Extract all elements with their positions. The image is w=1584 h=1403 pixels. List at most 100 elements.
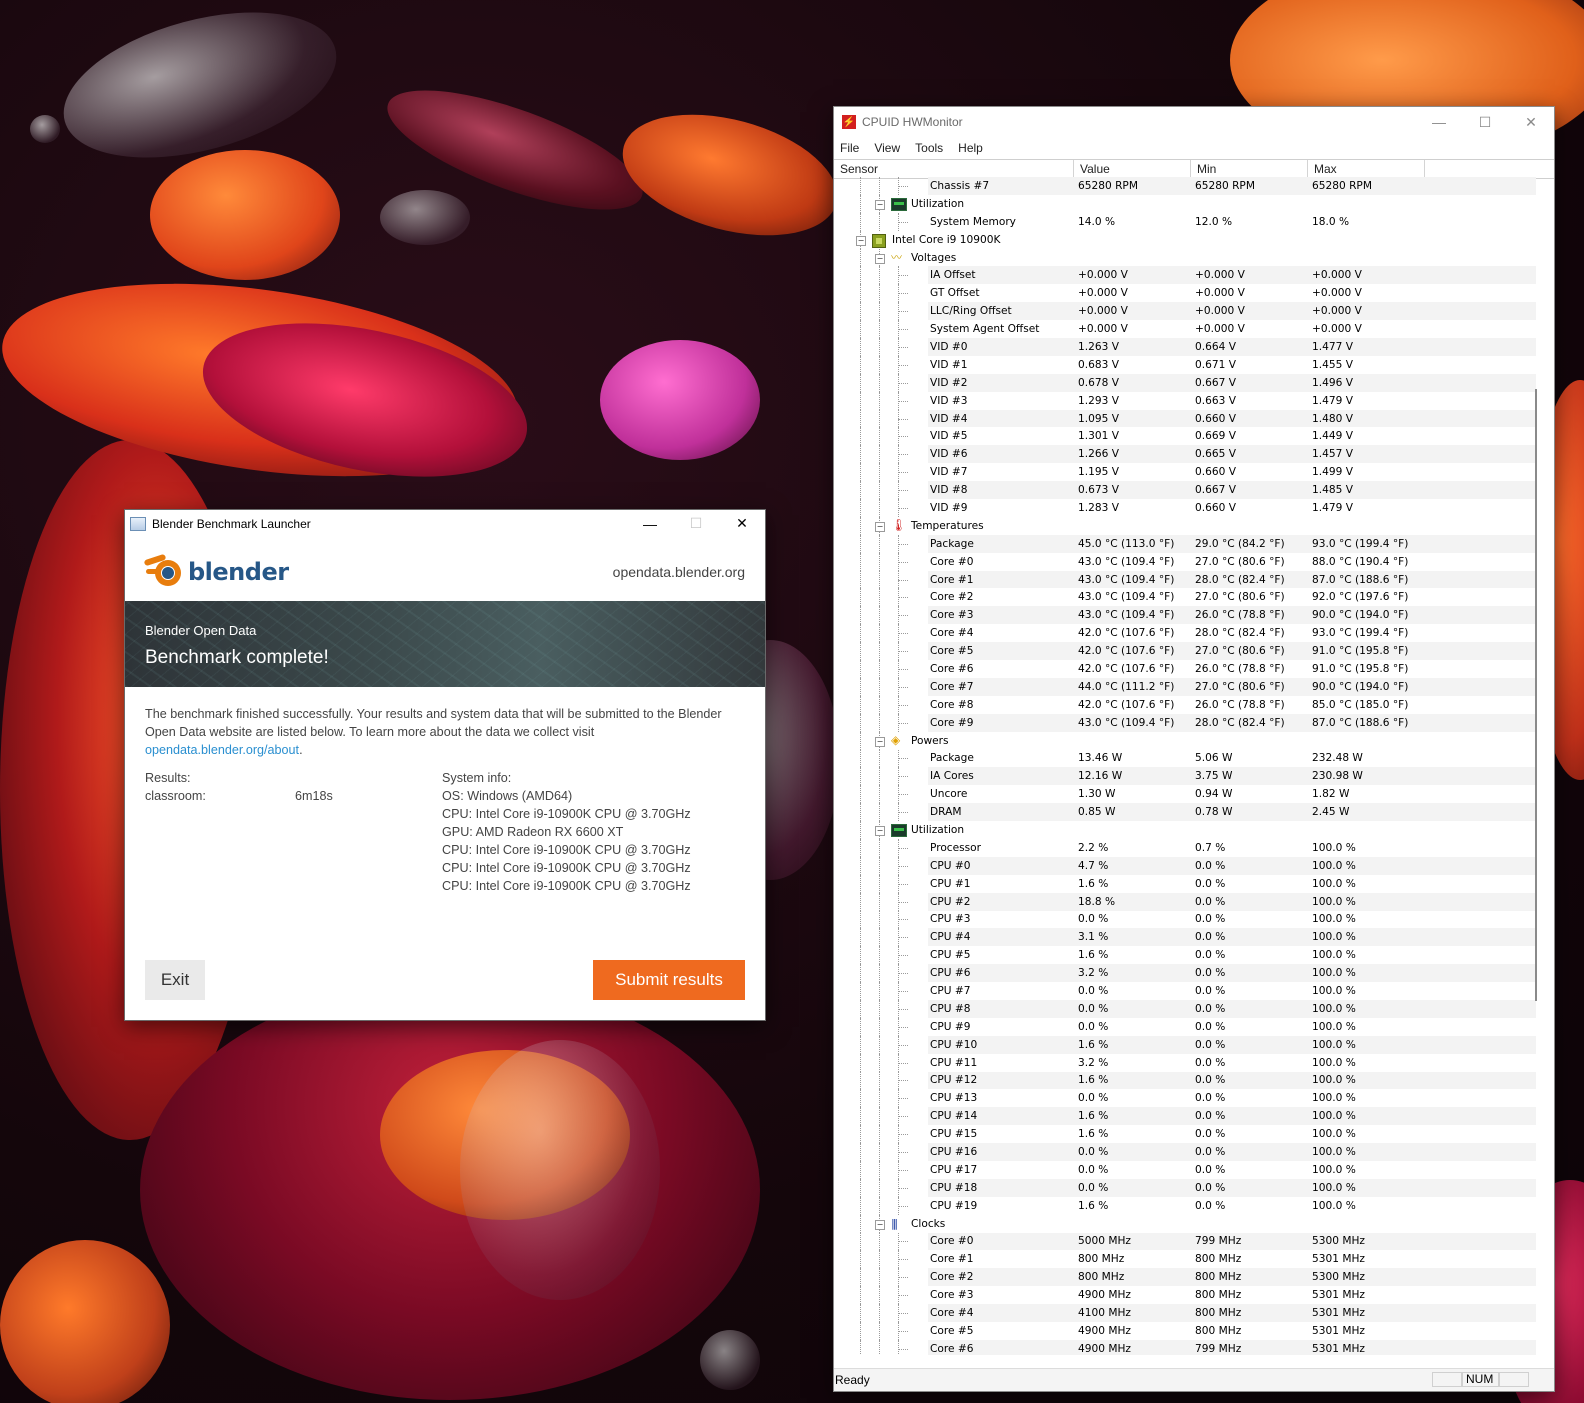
sensor-row[interactable]: VID #5 1.301 V 0.669 V 1.449 V xyxy=(834,427,1536,446)
exit-button[interactable]: Exit xyxy=(145,960,205,1000)
sensor-group-row[interactable]: − ||| Clocks xyxy=(834,1214,1536,1233)
scrollbar-thumb[interactable] xyxy=(1535,389,1537,1001)
title-bar[interactable]: ⚡ CPUID HWMonitor — ☐ ✕ xyxy=(834,107,1554,137)
collapse-icon[interactable]: − xyxy=(875,521,885,532)
sensor-row[interactable]: Core #3 4900 MHz 800 MHz 5301 MHz xyxy=(834,1286,1536,1305)
menu-tools[interactable]: Tools xyxy=(915,141,943,155)
sensor-row[interactable]: CPU #11 3.2 % 0.0 % 100.0 % xyxy=(834,1053,1536,1072)
sensor-row[interactable]: VID #3 1.293 V 0.663 V 1.479 V xyxy=(834,391,1536,410)
cpu-chip-icon xyxy=(872,233,886,248)
sensor-row[interactable]: Processor 2.2 % 0.7 % 100.0 % xyxy=(834,838,1536,857)
minimize-icon[interactable]: — xyxy=(1416,107,1462,137)
sensor-row[interactable]: CPU #3 0.0 % 0.0 % 100.0 % xyxy=(834,910,1536,929)
sensor-row[interactable]: Core #3 43.0 °C (109.4 °F) 26.0 °C (78.8 °… xyxy=(834,606,1536,625)
sensor-row[interactable]: Core #1 43.0 °C (109.4 °F) 28.0 °C (82.4 °… xyxy=(834,570,1536,589)
sensor-row[interactable]: CPU #7 0.0 % 0.0 % 100.0 % xyxy=(834,982,1536,1000)
menu-view[interactable]: View xyxy=(874,141,900,155)
device-row[interactable]: − Intel Core i9 10900K xyxy=(834,230,1536,249)
sensor-row[interactable]: Package 13.46 W 5.06 W 232.48 W xyxy=(834,749,1536,768)
sensor-group-row[interactable]: − 🌡 Temperatures xyxy=(834,516,1536,535)
sensor-group-row[interactable]: − Utilization xyxy=(834,194,1536,213)
sensor-row[interactable]: VID #1 0.683 V 0.671 V 1.455 V xyxy=(834,355,1536,374)
sensor-row[interactable]: VID #4 1.095 V 0.660 V 1.480 V xyxy=(834,409,1536,428)
sensor-row[interactable]: VID #8 0.673 V 0.667 V 1.485 V xyxy=(834,481,1536,500)
sensor-row[interactable]: CPU #2 18.8 % 0.0 % 100.0 % xyxy=(834,892,1536,911)
sensor-row[interactable]: Core #5 4900 MHz 800 MHz 5301 MHz xyxy=(834,1322,1536,1340)
sensor-row[interactable]: Core #1 800 MHz 800 MHz 5301 MHz xyxy=(834,1250,1536,1269)
collapse-icon[interactable]: − xyxy=(875,1219,885,1230)
menu-file[interactable]: File xyxy=(840,141,859,155)
sensor-row[interactable]: CPU #4 3.1 % 0.0 % 100.0 % xyxy=(834,928,1536,947)
sensor-row[interactable]: VID #9 1.283 V 0.660 V 1.479 V xyxy=(834,499,1536,517)
column-header-min[interactable]: Min xyxy=(1191,160,1308,178)
sensor-name: CPU #4 xyxy=(930,931,971,944)
maximize-icon[interactable]: ☐ xyxy=(1462,107,1508,137)
sensor-row[interactable]: CPU #9 0.0 % 0.0 % 100.0 % xyxy=(834,1017,1536,1036)
sensor-row[interactable]: CPU #19 1.6 % 0.0 % 100.0 % xyxy=(834,1196,1536,1215)
sensor-row[interactable]: Core #0 43.0 °C (109.4 °F) 27.0 °C (80.6 °… xyxy=(834,552,1536,571)
sensor-row[interactable]: Core #7 44.0 °C (111.2 °F) 27.0 °C (80.6 °… xyxy=(834,677,1536,696)
sensor-name: Core #9 xyxy=(930,716,974,729)
sensor-row[interactable]: CPU #13 0.0 % 0.0 % 100.0 % xyxy=(834,1089,1536,1108)
sensor-value: 800 MHz xyxy=(1078,1253,1125,1266)
sensor-row[interactable]: CPU #18 0.0 % 0.0 % 100.0 % xyxy=(834,1178,1536,1197)
sensor-row[interactable]: DRAM 0.85 W 0.78 W 2.45 W xyxy=(834,803,1536,822)
sensor-max: 93.0 °C (199.4 °F) xyxy=(1312,627,1409,640)
collapse-icon[interactable]: − xyxy=(875,736,885,747)
sensor-row[interactable]: Core #0 5000 MHz 799 MHz 5300 MHz xyxy=(834,1232,1536,1251)
column-header-max[interactable]: Max xyxy=(1308,160,1425,178)
sensor-row[interactable]: CPU #1 1.6 % 0.0 % 100.0 % xyxy=(834,874,1536,893)
sensor-row[interactable]: CPU #14 1.6 % 0.0 % 100.0 % xyxy=(834,1107,1536,1126)
about-link[interactable]: opendata.blender.org/about xyxy=(145,743,299,757)
sensor-row[interactable]: Core #9 43.0 °C (109.4 °F) 28.0 °C (82.4 °… xyxy=(834,713,1536,732)
sensor-row[interactable]: System Agent Offset +0.000 V +0.000 V +0.00… xyxy=(834,320,1536,339)
sensor-row[interactable]: CPU #17 0.0 % 0.0 % 100.0 % xyxy=(834,1160,1536,1179)
submit-results-button[interactable]: Submit results xyxy=(593,960,745,1000)
sensor-row[interactable]: IA Offset +0.000 V +0.000 V +0.000 V xyxy=(834,266,1536,285)
sensor-row[interactable]: Package 45.0 °C (113.0 °F) 29.0 °C (84.2 °… xyxy=(834,534,1536,553)
menu-help[interactable]: Help xyxy=(958,141,983,155)
collapse-icon[interactable]: − xyxy=(875,199,885,210)
sensor-tree[interactable]: Chassis #7 65280 RPM 65280 RPM 65280 RPM − Ut… xyxy=(834,177,1536,1355)
sensor-row[interactable]: VID #6 1.266 V 0.665 V 1.457 V xyxy=(834,445,1536,464)
vertical-scrollbar[interactable] xyxy=(1535,177,1538,1355)
sensor-row[interactable]: CPU #10 1.6 % 0.0 % 100.0 % xyxy=(834,1035,1536,1054)
collapse-icon[interactable]: − xyxy=(875,253,885,264)
sensor-group-row[interactable]: − ◈ Powers xyxy=(834,731,1536,750)
sensor-row[interactable]: CPU #5 1.6 % 0.0 % 100.0 % xyxy=(834,946,1536,965)
sensor-row[interactable]: IA Cores 12.16 W 3.75 W 230.98 W xyxy=(834,767,1536,786)
sensor-row[interactable]: Core #2 43.0 °C (109.4 °F) 27.0 °C (80.6 °… xyxy=(834,588,1536,607)
title-bar[interactable]: Blender Benchmark Launcher — ☐ ✕ xyxy=(125,510,765,537)
sensor-group-row[interactable]: − Utilization xyxy=(834,821,1536,839)
sensor-row[interactable]: Core #6 42.0 °C (107.6 °F) 26.0 °C (78.8 °… xyxy=(834,660,1536,678)
sensor-row[interactable]: System Memory 14.0 % 12.0 % 18.0 % xyxy=(834,212,1536,231)
sensor-row[interactable]: CPU #8 0.0 % 0.0 % 100.0 % xyxy=(834,999,1536,1018)
sensor-row[interactable]: VID #7 1.195 V 0.660 V 1.499 V xyxy=(834,463,1536,482)
sensor-row[interactable]: Core #4 42.0 °C (107.6 °F) 28.0 °C (82.4 °… xyxy=(834,624,1536,643)
sensor-row[interactable]: Core #6 4900 MHz 799 MHz 5301 MHz xyxy=(834,1339,1536,1355)
sensor-row[interactable]: LLC/Ring Offset +0.000 V +0.000 V +0.000 V xyxy=(834,302,1536,321)
sensor-row[interactable]: GT Offset +0.000 V +0.000 V +0.000 V xyxy=(834,284,1536,303)
sensor-row[interactable]: CPU #15 1.6 % 0.0 % 100.0 % xyxy=(834,1125,1536,1144)
minimize-icon[interactable]: — xyxy=(627,510,673,537)
column-header-sensor[interactable]: Sensor xyxy=(834,160,1074,178)
sensor-row[interactable]: Core #4 4100 MHz 800 MHz 5301 MHz xyxy=(834,1304,1536,1322)
close-icon[interactable]: ✕ xyxy=(719,510,765,537)
sensor-group-row[interactable]: − 〰 Voltages xyxy=(834,248,1536,267)
collapse-icon[interactable]: − xyxy=(856,235,866,246)
sensor-row[interactable]: Core #8 42.0 °C (107.6 °F) 26.0 °C (78.8 °… xyxy=(834,695,1536,714)
close-icon[interactable]: ✕ xyxy=(1508,107,1554,137)
sensor-row[interactable]: CPU #6 3.2 % 0.0 % 100.0 % xyxy=(834,964,1536,983)
sensor-row[interactable]: Chassis #7 65280 RPM 65280 RPM 65280 RPM xyxy=(834,177,1536,195)
sensor-row[interactable]: CPU #16 0.0 % 0.0 % 100.0 % xyxy=(834,1143,1536,1161)
sensor-row[interactable]: Core #2 800 MHz 800 MHz 5300 MHz xyxy=(834,1268,1536,1287)
column-header-value[interactable]: Value xyxy=(1074,160,1191,178)
sensor-row[interactable]: VID #2 0.678 V 0.667 V 1.496 V xyxy=(834,373,1536,392)
window-title: CPUID HWMonitor xyxy=(862,115,963,129)
sensor-row[interactable]: Uncore 1.30 W 0.94 W 1.82 W xyxy=(834,785,1536,804)
sensor-row[interactable]: Core #5 42.0 °C (107.6 °F) 27.0 °C (80.6 °… xyxy=(834,642,1536,661)
sensor-row[interactable]: CPU #12 1.6 % 0.0 % 100.0 % xyxy=(834,1071,1536,1090)
collapse-icon[interactable]: − xyxy=(875,826,885,837)
sensor-row[interactable]: VID #0 1.263 V 0.664 V 1.477 V xyxy=(834,338,1536,356)
sensor-row[interactable]: CPU #0 4.7 % 0.0 % 100.0 % xyxy=(834,856,1536,875)
